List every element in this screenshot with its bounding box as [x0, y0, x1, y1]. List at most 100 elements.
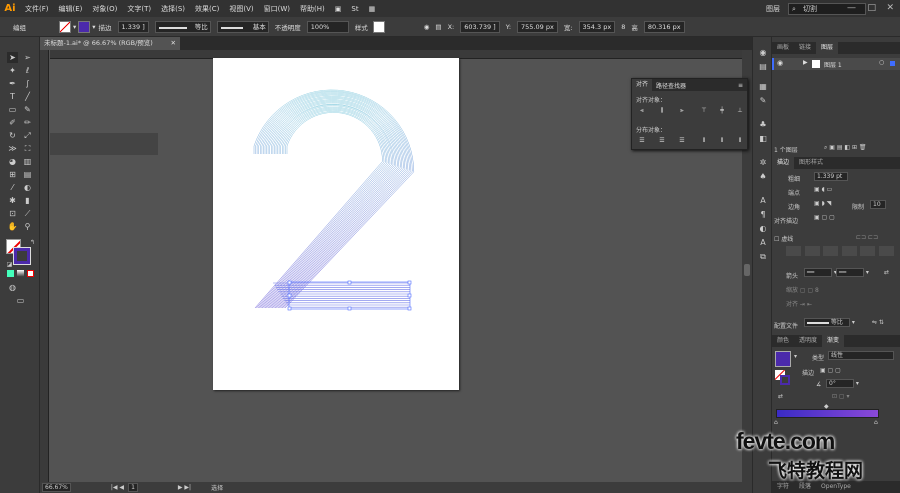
chevron-down-icon[interactable]: ▾	[73, 23, 76, 31]
type-tool-icon[interactable]: T	[7, 91, 18, 102]
aspect-ratio-field[interactable]: ⊡ ▢ ▾	[832, 393, 850, 400]
number-two-artwork[interactable]	[213, 58, 459, 390]
tab-links[interactable]: 链接	[794, 42, 816, 54]
swap-arrows-icon[interactable]: ⇄	[884, 269, 889, 276]
direct-selection-tool-icon[interactable]: ➢	[22, 52, 33, 63]
tab-artboards[interactable]: 画板	[772, 42, 794, 54]
opacity-label[interactable]: 不透明度	[275, 22, 301, 32]
shape-builder-tool-icon[interactable]: ◕	[7, 156, 18, 167]
gradient-mode-icon[interactable]	[17, 270, 24, 277]
symbols-icon[interactable]: ♣	[757, 119, 769, 130]
screen-mode-icon[interactable]: ▭	[15, 295, 26, 306]
stroke-swatch[interactable]	[78, 20, 91, 33]
arrowhead-start-select[interactable]: ━━ ▾	[804, 268, 837, 277]
perspective-grid-tool-icon[interactable]: ▥	[22, 156, 33, 167]
layer-name[interactable]: 图层 1	[824, 60, 842, 69]
document-tab[interactable]: 未标题-1.ai* @ 66.67% (RGB/预览) ✕	[40, 37, 180, 50]
mesh-tool-icon[interactable]: ⊞	[7, 169, 18, 180]
gradient-slider[interactable]	[776, 409, 879, 418]
gradient-tool-icon[interactable]: ▤	[22, 169, 33, 180]
weight-field[interactable]: 1.339 pt	[814, 172, 848, 181]
tab-color[interactable]: 颜色	[772, 335, 794, 347]
rectangle-tool-icon[interactable]: ▭	[7, 104, 18, 115]
variable-width-profile[interactable]: 等比	[154, 20, 211, 33]
x-field[interactable]: 603.739 ]	[460, 20, 500, 33]
join-buttons[interactable]: ▣ ◗ ◥	[814, 200, 831, 207]
gradient-type-select[interactable]: 线性	[828, 351, 894, 360]
align-hcenter-icon[interactable]: ⫼	[658, 107, 666, 115]
chevron-down-icon[interactable]: ▾	[92, 23, 95, 31]
artboard-nav-prev[interactable]: |◀ ◀	[111, 484, 124, 491]
transform-icon[interactable]: ♠	[757, 171, 769, 182]
distribute-right-icon[interactable]: ⫴	[736, 137, 744, 145]
free-transform-tool-icon[interactable]: ⛶	[22, 143, 33, 154]
target-icon[interactable]: ○	[879, 59, 884, 66]
visibility-eye-icon[interactable]: ◉	[777, 59, 783, 67]
fill-swatch[interactable]	[59, 20, 71, 33]
swap-colors-icon[interactable]: ↰	[27, 237, 38, 248]
zoom-field[interactable]: 66.67%	[42, 483, 71, 492]
character-styles-icon[interactable]: A	[757, 195, 769, 206]
paragraph-icon[interactable]: ¶	[757, 209, 769, 220]
bridge-icon[interactable]: ▣	[330, 5, 347, 13]
paintbrush-tool-icon[interactable]: ✎	[22, 104, 33, 115]
brush-definition[interactable]: 基本	[216, 20, 269, 33]
selection-tool-icon[interactable]: ➤	[7, 52, 18, 63]
selection-indicator[interactable]	[890, 61, 895, 66]
opentype-icon[interactable]: ◐	[757, 223, 769, 234]
profile-select[interactable]: 等比 ▾	[804, 318, 855, 327]
arrange-icon[interactable]: ▦	[364, 5, 381, 13]
panel-menu-icon[interactable]: ≡	[734, 82, 747, 89]
layer-row[interactable]: ◉ ▶ 图层 1 ○	[772, 58, 900, 70]
artboard-number-field[interactable]: 1	[128, 483, 138, 492]
drawing-mode-icon[interactable]: ◍	[7, 282, 18, 293]
color-icon[interactable]: ◉	[757, 47, 769, 58]
artboard-nav-next[interactable]: ▶ ▶|	[178, 484, 191, 491]
tab-gradient[interactable]: 渐变	[822, 335, 845, 347]
arrowhead-end-select[interactable]: ━━ ▾	[836, 268, 869, 277]
menu-edit[interactable]: 编辑(E)	[54, 4, 88, 14]
gradient-stroke-buttons[interactable]: ▣ ▢ ▢	[820, 367, 841, 374]
default-colors-icon[interactable]: ◪	[4, 259, 15, 270]
reverse-gradient-icon[interactable]: ⇄	[778, 393, 783, 400]
align-top-icon[interactable]: ⊤	[700, 107, 708, 115]
menu-effect[interactable]: 效果(C)	[190, 4, 224, 14]
hand-tool-icon[interactable]: ✋	[7, 221, 18, 232]
stroke-line[interactable]	[260, 93, 409, 309]
graphic-styles-icon[interactable]: ◧	[757, 133, 769, 144]
opacity-field[interactable]: 100%	[306, 20, 349, 33]
menu-type[interactable]: 文字(T)	[122, 4, 156, 14]
line-tool-icon[interactable]: ╱	[22, 91, 33, 102]
tab-transparency[interactable]: 透明度	[794, 335, 822, 347]
zoom-tool-icon[interactable]: ⚲	[22, 221, 33, 232]
menu-help[interactable]: 帮助(H)	[295, 4, 330, 14]
magic-wand-tool-icon[interactable]: ✦	[7, 65, 18, 76]
glyphs-icon[interactable]: A	[757, 237, 769, 248]
minimize-button[interactable]: —	[847, 3, 856, 13]
arrow-align-row[interactable]: 对齐 ⇥ ⇤	[786, 299, 812, 308]
distribute-top-icon[interactable]: ☰	[638, 137, 646, 145]
width-tool-icon[interactable]: ≫	[7, 143, 18, 154]
shaper-tool-icon[interactable]: ✐	[7, 117, 18, 128]
vertical-ruler[interactable]	[40, 50, 49, 482]
layers-footer-icons[interactable]: ⌕ ▣ ▤ ◧ ⊞ 🗑	[824, 144, 867, 152]
distribute-left-icon[interactable]: ⫴	[700, 137, 708, 145]
align-icon[interactable]: ▤	[435, 23, 441, 31]
stroke-line[interactable]	[259, 108, 388, 309]
dashed-line-checkbox[interactable]: ☐ 虚线	[774, 234, 793, 243]
color-guide-icon[interactable]: ▤	[757, 61, 769, 72]
stroke-line[interactable]	[267, 99, 401, 309]
gradient-swatch-arrow[interactable]: ▾	[794, 353, 797, 360]
tab-align[interactable]: 对齐	[632, 79, 653, 91]
tab-graphic-styles[interactable]: 图形样式	[794, 157, 828, 169]
none-mode-icon[interactable]	[27, 270, 34, 277]
scale-tool-icon[interactable]: ⤢	[22, 130, 33, 141]
menu-view[interactable]: 视图(V)	[224, 4, 258, 14]
color-mode-icon[interactable]	[7, 270, 14, 277]
align-bottom-icon[interactable]: ⊥	[736, 107, 744, 115]
stroke-line[interactable]	[263, 96, 406, 309]
y-field[interactable]: 755.09 px	[517, 20, 558, 33]
angle-field[interactable]: 0°	[826, 379, 854, 388]
align-vcenter-icon[interactable]: ╪	[718, 107, 726, 115]
h-field[interactable]: 80.316 px	[643, 20, 685, 33]
